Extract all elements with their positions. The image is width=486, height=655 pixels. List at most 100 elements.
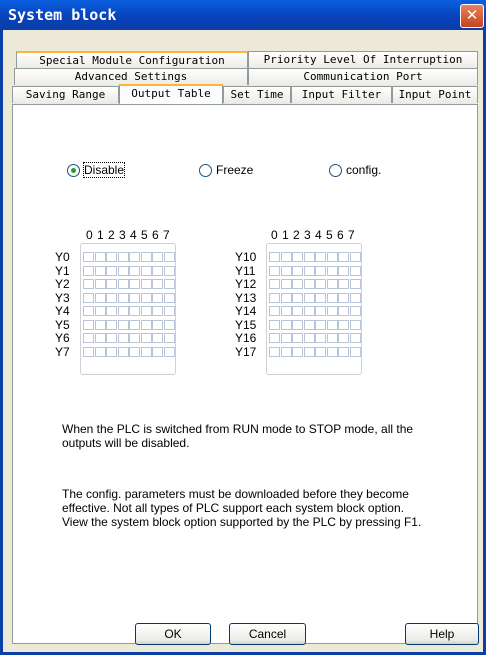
output-bit-checkbox[interactable] [292, 252, 303, 262]
output-bit-checkbox[interactable] [106, 333, 117, 343]
output-bit-checkbox[interactable] [315, 306, 326, 316]
output-bit-checkbox[interactable] [338, 265, 349, 276]
output-bit-checkbox[interactable] [129, 319, 140, 330]
tab-output-table[interactable]: Output Table [119, 84, 223, 104]
output-bit-checkbox[interactable] [303, 292, 315, 303]
output-bit-checkbox[interactable] [163, 306, 175, 316]
output-bit-checkbox[interactable] [152, 346, 163, 357]
output-bit-checkbox[interactable] [326, 292, 338, 303]
output-bit-checkbox[interactable] [269, 252, 280, 262]
output-bit-checkbox[interactable] [338, 306, 349, 316]
output-bit-checkbox[interactable] [152, 333, 163, 343]
ok-button[interactable]: OK [135, 623, 211, 645]
output-bit-checkbox[interactable] [269, 265, 280, 276]
output-bit-checkbox[interactable] [163, 279, 175, 289]
output-bit-checkbox[interactable] [117, 306, 129, 316]
help-button[interactable]: Help [405, 623, 479, 645]
output-bit-checkbox[interactable] [117, 333, 129, 343]
output-bit-checkbox[interactable] [338, 333, 349, 343]
output-bit-checkbox[interactable] [292, 333, 303, 343]
radio-disable[interactable]: Disable [67, 162, 126, 178]
output-bit-checkbox[interactable] [292, 319, 303, 330]
output-bit-checkbox[interactable] [94, 252, 106, 262]
output-bit-checkbox[interactable] [269, 279, 280, 289]
output-bit-checkbox[interactable] [83, 252, 94, 262]
output-bit-checkbox[interactable] [106, 279, 117, 289]
output-bit-checkbox[interactable] [106, 306, 117, 316]
output-bit-checkbox[interactable] [152, 292, 163, 303]
output-bit-checkbox[interactable] [315, 265, 326, 276]
output-bit-checkbox[interactable] [315, 319, 326, 330]
output-bit-checkbox[interactable] [83, 279, 94, 289]
output-bit-checkbox[interactable] [152, 319, 163, 330]
output-bit-checkbox[interactable] [94, 319, 106, 330]
output-bit-checkbox[interactable] [163, 346, 175, 357]
output-bit-checkbox[interactable] [140, 279, 152, 289]
output-bit-checkbox[interactable] [349, 306, 361, 316]
output-bit-checkbox[interactable] [269, 292, 280, 303]
output-bit-checkbox[interactable] [269, 319, 280, 330]
output-bit-checkbox[interactable] [129, 292, 140, 303]
output-bit-checkbox[interactable] [315, 279, 326, 289]
output-bit-checkbox[interactable] [117, 346, 129, 357]
output-bit-checkbox[interactable] [326, 319, 338, 330]
output-bit-checkbox[interactable] [326, 346, 338, 357]
output-bit-checkbox[interactable] [315, 346, 326, 357]
output-bit-checkbox[interactable] [94, 346, 106, 357]
tab-set-time[interactable]: Set Time [223, 86, 291, 103]
output-bit-checkbox[interactable] [129, 306, 140, 316]
output-bit-checkbox[interactable] [292, 306, 303, 316]
output-bit-checkbox[interactable] [303, 346, 315, 357]
output-bit-checkbox[interactable] [292, 292, 303, 303]
output-bit-checkbox[interactable] [163, 252, 175, 262]
tab-special-module-configuration[interactable]: Special Module Configuration [16, 51, 248, 68]
output-bit-checkbox[interactable] [326, 265, 338, 276]
output-bit-checkbox[interactable] [163, 319, 175, 330]
output-bit-checkbox[interactable] [163, 292, 175, 303]
output-bit-checkbox[interactable] [303, 265, 315, 276]
tab-input-filter[interactable]: Input Filter [291, 86, 392, 103]
output-bit-checkbox[interactable] [315, 252, 326, 262]
cancel-button[interactable]: Cancel [229, 623, 306, 645]
output-bit-checkbox[interactable] [280, 306, 292, 316]
output-bit-checkbox[interactable] [140, 265, 152, 276]
output-bit-checkbox[interactable] [349, 265, 361, 276]
tab-saving-range[interactable]: Saving Range [12, 86, 119, 103]
output-bit-checkbox[interactable] [326, 306, 338, 316]
output-bit-checkbox[interactable] [129, 333, 140, 343]
output-bit-checkbox[interactable] [338, 346, 349, 357]
output-bit-checkbox[interactable] [292, 346, 303, 357]
output-bit-checkbox[interactable] [269, 333, 280, 343]
output-bit-checkbox[interactable] [152, 265, 163, 276]
output-bit-checkbox[interactable] [106, 319, 117, 330]
output-bit-checkbox[interactable] [280, 292, 292, 303]
output-bit-checkbox[interactable] [140, 333, 152, 343]
output-bit-checkbox[interactable] [303, 306, 315, 316]
output-bit-checkbox[interactable] [349, 279, 361, 289]
output-bit-checkbox[interactable] [349, 292, 361, 303]
output-bit-checkbox[interactable] [106, 346, 117, 357]
output-bit-checkbox[interactable] [326, 252, 338, 262]
output-bit-checkbox[interactable] [106, 265, 117, 276]
output-bit-checkbox[interactable] [129, 252, 140, 262]
output-bit-checkbox[interactable] [117, 265, 129, 276]
tab-advanced-settings[interactable]: Advanced Settings [14, 68, 248, 85]
output-bit-checkbox[interactable] [129, 346, 140, 357]
output-bit-checkbox[interactable] [326, 279, 338, 289]
output-bit-checkbox[interactable] [280, 319, 292, 330]
output-bit-checkbox[interactable] [292, 265, 303, 276]
output-bit-checkbox[interactable] [280, 252, 292, 262]
radio-freeze[interactable]: Freeze [199, 163, 253, 177]
output-bit-checkbox[interactable] [338, 292, 349, 303]
close-button[interactable]: ✕ [460, 4, 484, 28]
output-bit-checkbox[interactable] [83, 333, 94, 343]
output-bit-checkbox[interactable] [129, 279, 140, 289]
output-bit-checkbox[interactable] [83, 306, 94, 316]
radio-config[interactable]: config. [329, 163, 381, 177]
output-bit-checkbox[interactable] [83, 346, 94, 357]
output-bit-checkbox[interactable] [338, 279, 349, 289]
output-bit-checkbox[interactable] [269, 346, 280, 357]
output-bit-checkbox[interactable] [315, 333, 326, 343]
output-bit-checkbox[interactable] [292, 279, 303, 289]
output-bit-checkbox[interactable] [163, 333, 175, 343]
